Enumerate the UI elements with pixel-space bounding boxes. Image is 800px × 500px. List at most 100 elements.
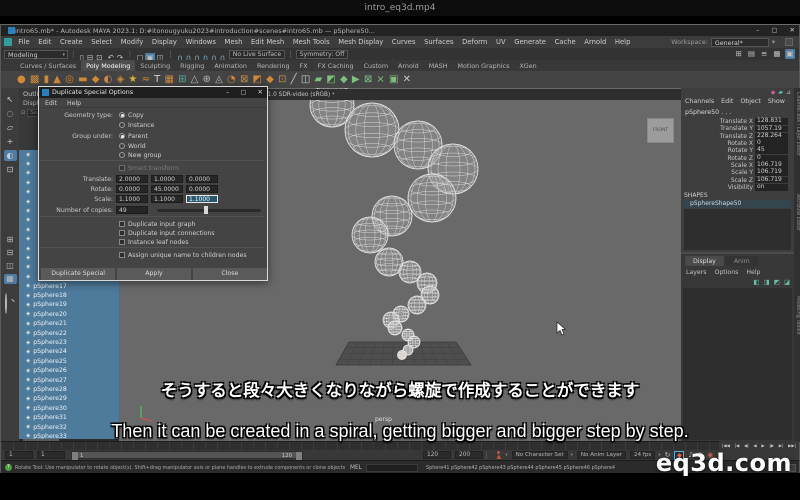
menu-item[interactable]: Mesh Display [334,38,388,46]
shelf-tab[interactable]: MASH [424,60,453,71]
shelf-tool-icon[interactable]: ▮ [44,72,50,87]
shelf-tab[interactable]: Animation [209,60,252,71]
sidebar-vertical-tab[interactable]: Channel Box / Layer Editor [795,92,800,184]
tool-icon[interactable]: + [4,136,17,147]
shelf-tool-icon[interactable]: ▣ [389,72,398,87]
menu-item[interactable]: Cache [550,38,580,46]
menu-item[interactable]: Mesh Tools [289,38,334,46]
translate-field[interactable]: 1.0000 [151,175,183,183]
shelf-tool-icon[interactable]: ⊡ [278,72,286,87]
fps-dropdown[interactable]: 24 fps [630,451,655,459]
dialog-button[interactable]: Close [193,268,267,280]
menu-item[interactable]: Help [611,38,635,46]
hammer-icon[interactable]: ⊿ [786,89,791,96]
shelf-tool-icon[interactable]: ● [17,72,26,87]
dialog-titlebar[interactable]: Duplicate Special Options – ▢ ✕ [39,87,267,98]
layout-icon[interactable]: ⊞ [4,235,17,245]
tool-icon[interactable]: ↖ [4,94,17,105]
dialog-maximize-button[interactable]: ▢ [240,87,246,98]
range-slider[interactable]: 1 120 [71,451,303,459]
shelf-tool-icon[interactable]: ◔ [227,72,236,87]
shelf-tool-icon[interactable]: ▶ [352,72,360,87]
menu-item[interactable]: Arnold [580,38,611,46]
outliner-item[interactable]: ◈ pSphere23 [19,338,119,347]
dialog-button[interactable]: Apply [117,268,191,280]
rotate-field[interactable]: 45.0000 [151,185,183,193]
layout-icon[interactable]: ▦ [4,274,17,284]
mel-command-input[interactable] [366,464,418,472]
scale-field[interactable]: 1.1000 [151,195,183,203]
outliner-item[interactable]: ◈ pSphere20 [19,310,119,319]
new-layer-icon[interactable]: ◧ [753,278,759,286]
shelf-tool-icon[interactable]: ★ [128,72,137,87]
instance-leaf-nodes-checkbox[interactable] [119,239,125,245]
shelf-tool-icon[interactable]: ◩ [253,72,262,87]
anim-start-field[interactable]: 1 [37,451,65,459]
shelf-tool-icon[interactable]: ◬ [215,72,223,87]
smart-transform-checkbox[interactable] [119,165,125,171]
shelf-tab[interactable]: FX [295,60,313,71]
time-slider[interactable] [1,441,719,450]
playback-button[interactable]: ◀ [753,443,756,448]
shelf-tool-icon[interactable]: ◆ [266,72,274,87]
menu-set-dropdown[interactable]: Modeling [4,50,68,59]
show-keyable-icon[interactable]: ◆ [771,89,776,96]
slider-handle[interactable] [204,206,208,214]
dialog-menu-item[interactable]: Help [67,100,81,107]
shelf-tool-icon[interactable]: ◩ [326,72,335,87]
tool-icon[interactable]: ▱ [4,122,17,133]
radio-instance[interactable] [119,122,125,128]
tool-icon[interactable]: ◐ [4,150,17,161]
menu-item[interactable]: UV [492,38,510,46]
anim-layer-dropdown[interactable]: No Anim Layer [577,451,626,459]
playback-button[interactable]: |▶ [769,443,774,448]
chevron-down-icon[interactable]: ▾ [772,39,775,46]
shelf-tab[interactable]: XGen [514,60,541,71]
character-set-dropdown[interactable]: No Character Set [512,451,568,459]
outliner-item[interactable]: ◈ pSphere19 [19,300,119,309]
translate-field[interactable]: 2.0000 [116,175,148,183]
outliner-item[interactable]: ◈ pSphere25 [19,357,119,366]
sidebar-vertical-tab[interactable]: Attribute Editor [795,194,800,286]
shelf-tool-icon[interactable]: ◆ [92,72,100,87]
shelf-tool-icon[interactable]: ⊕ [203,72,211,87]
layout-icon[interactable]: ⊟ [4,248,17,258]
channel-value-field[interactable]: on [755,184,788,191]
sidebar-vertical-tab[interactable]: Modeling Toolkit [795,296,800,388]
outliner-item[interactable]: ◈ pSphere24 [19,347,119,356]
radio-world[interactable] [119,143,125,149]
channelbox-menu-item[interactable]: Channels [685,98,714,105]
outliner-item[interactable]: ◈ pSphere22 [19,328,119,337]
minimize-button[interactable]: – [756,25,759,36]
dialog-minimize-button[interactable]: – [226,87,229,98]
shelf-tab[interactable]: FX Caching [313,60,359,71]
maximize-button[interactable]: ▢ [771,25,777,36]
layout-icon[interactable]: ◫ [4,261,17,271]
layer-menu-item[interactable]: Layers [686,269,706,276]
shelf-tool-icon[interactable]: ▦ [164,72,173,87]
playback-button[interactable]: |◀ [735,443,740,448]
shelf-tab[interactable]: Rigging [175,60,209,71]
dialog-menu-item[interactable]: Edit [45,100,57,107]
rotate-field[interactable]: 0.0000 [186,185,218,193]
shelf-tool-icon[interactable]: ◐ [104,72,113,87]
shelf-tool-icon[interactable]: ▬ [78,72,87,87]
outliner-item[interactable]: ◈ pSphere21 [19,319,119,328]
menu-item[interactable]: Edit [34,38,56,46]
new-layer-icon[interactable]: ◩ [774,278,780,286]
channelbox-menu-item[interactable]: Object [740,98,761,105]
shelf-tab[interactable]: Curves / Surfaces [15,60,81,71]
outliner-item[interactable]: ◈ pSphere26 [19,366,119,375]
chevron-down-icon[interactable]: ▾ [505,453,507,458]
playback-button[interactable]: ▶▶| [788,443,796,448]
menu-item[interactable]: File [14,38,34,46]
duplicate-input-graph-checkbox[interactable] [119,221,125,227]
shelf-tool-icon[interactable]: ✕ [403,72,411,87]
layer-tab[interactable]: Display [685,256,724,266]
no-live-surface-field[interactable]: No Live Surface [229,50,286,59]
menu-item[interactable]: Edit Mesh [247,38,289,46]
anim-end-field[interactable]: 200 [455,451,483,459]
new-layer-icon[interactable]: ◪ [784,278,790,286]
scale-field[interactable]: 1.1000 [186,195,218,203]
close-button[interactable]: ✕ [790,25,795,36]
